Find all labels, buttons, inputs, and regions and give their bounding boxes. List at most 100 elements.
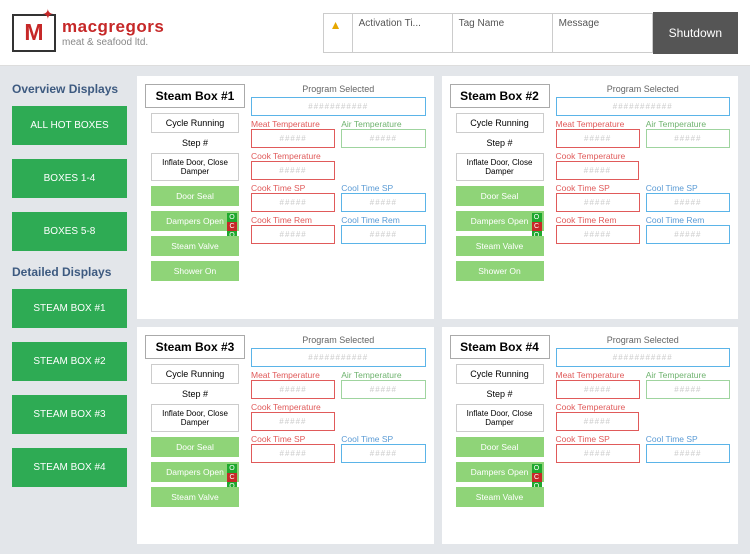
cook-temp-label: Cook Temperature — [251, 151, 426, 161]
cycle-running: Cycle Running — [151, 364, 239, 384]
cook-time-rem-value: ##### — [556, 225, 640, 244]
cool-time-sp-label: Cool Time SP — [646, 434, 730, 444]
cool-time-rem-value: ##### — [646, 225, 730, 244]
sidebar-item-boxes-1-4[interactable]: BOXES 1-4 — [12, 159, 127, 198]
topbar: ✦ M macgregors meat & seafood ltd. ▲ Act… — [0, 0, 750, 66]
alarm-grid: ▲ Activation Ti... Tag Name Message — [323, 13, 653, 53]
panel-title: Steam Box #1 — [145, 84, 245, 108]
meat-temp-value: ##### — [556, 380, 640, 399]
door-seal[interactable]: Door Seal — [456, 437, 544, 457]
dampers-open[interactable]: Dampers Open OCOC — [456, 462, 544, 482]
meat-temp-label: Meat Temperature — [556, 370, 640, 380]
cook-time-sp-value: ##### — [556, 193, 640, 212]
open-indicator: O — [227, 213, 237, 222]
shower-on[interactable]: Shower On — [456, 261, 544, 281]
cook-temp-label: Cook Temperature — [556, 151, 731, 161]
dampers-open[interactable]: Dampers Open OCOC — [456, 211, 544, 231]
air-temp-value: ##### — [646, 129, 730, 148]
cook-temp-label: Cook Temperature — [556, 402, 731, 412]
cook-time-sp-label: Cook Time SP — [556, 434, 640, 444]
sidebar-item-steam-box-3[interactable]: STEAM BOX #3 — [12, 395, 127, 434]
dampers-open[interactable]: Dampers Open OCOC — [151, 211, 239, 231]
cool-time-sp-value: ##### — [646, 444, 730, 463]
sidebar-item-all-hot-boxes[interactable]: ALL HOT BOXES — [12, 106, 127, 145]
open-indicator: O — [227, 464, 237, 473]
cook-time-rem-label: Cook Time Rem — [556, 215, 640, 225]
door-seal[interactable]: Door Seal — [151, 186, 239, 206]
cool-time-sp-value: ##### — [341, 193, 425, 212]
sidebar-item-steam-box-2[interactable]: STEAM BOX #2 — [12, 342, 127, 381]
cook-time-rem-value: ##### — [251, 225, 335, 244]
steam-box-panel-4: Steam Box #4 Cycle Running Step # Inflat… — [442, 327, 739, 545]
inflate-door: Inflate Door, Close Damper — [151, 153, 239, 181]
step-label: Step # — [182, 389, 208, 399]
logo-icon: ✦ M — [12, 14, 56, 52]
cool-time-rem-value: ##### — [341, 225, 425, 244]
logo: ✦ M macgregors meat & seafood ltd. — [12, 14, 164, 52]
steam-box-panel-2: Steam Box #2 Cycle Running Step # Inflat… — [442, 76, 739, 319]
steam-valve[interactable]: Steam Valve — [456, 487, 544, 507]
sidebar-item-steam-box-4[interactable]: STEAM BOX #4 — [12, 448, 127, 487]
air-temp-value: ##### — [646, 380, 730, 399]
meat-temp-value: ##### — [556, 129, 640, 148]
program-selected-value: ########### — [251, 97, 426, 116]
logo-tag: meat & seafood ltd. — [62, 37, 164, 48]
door-seal[interactable]: Door Seal — [456, 186, 544, 206]
steam-valve[interactable]: Steam Valve — [151, 236, 239, 256]
cook-temp-value: ##### — [556, 412, 640, 431]
meat-temp-label: Meat Temperature — [251, 370, 335, 380]
inflate-door: Inflate Door, Close Damper — [456, 404, 544, 432]
air-temp-value: ##### — [341, 380, 425, 399]
cook-temp-value: ##### — [556, 161, 640, 180]
close-indicator: C — [532, 473, 542, 482]
sidebar-item-boxes-5-8[interactable]: BOXES 5-8 — [12, 212, 127, 251]
step-label: Step # — [486, 138, 512, 148]
program-selected-label: Program Selected — [251, 84, 426, 94]
steam-box-panel-3: Steam Box #3 Cycle Running Step # Inflat… — [137, 327, 434, 545]
air-temp-label: Air Temperature — [646, 119, 730, 129]
shutdown-button[interactable]: Shutdown — [653, 12, 738, 54]
step-label: Step # — [486, 389, 512, 399]
meat-temp-label: Meat Temperature — [556, 119, 640, 129]
meat-temp-value: ##### — [251, 380, 335, 399]
program-selected-value: ########### — [556, 97, 731, 116]
inflate-door: Inflate Door, Close Damper — [456, 153, 544, 181]
cool-time-rem-label: Cool Time Rem — [646, 215, 730, 225]
open-indicator: O — [532, 213, 542, 222]
cycle-running: Cycle Running — [456, 364, 544, 384]
logo-name: macgregors — [62, 17, 164, 37]
cycle-running: Cycle Running — [151, 113, 239, 133]
cool-time-sp-label: Cool Time SP — [341, 434, 425, 444]
message-header: Message — [552, 14, 652, 52]
inflate-door: Inflate Door, Close Damper — [151, 404, 239, 432]
cool-time-sp-value: ##### — [646, 193, 730, 212]
air-temp-label: Air Temperature — [341, 370, 425, 380]
cook-temp-label: Cook Temperature — [251, 402, 426, 412]
steam-valve[interactable]: Steam Valve — [151, 487, 239, 507]
door-seal[interactable]: Door Seal — [151, 437, 239, 457]
cool-time-rem-label: Cool Time Rem — [341, 215, 425, 225]
open-indicator: O — [532, 464, 542, 473]
panel-title: Steam Box #2 — [450, 84, 550, 108]
air-temp-value: ##### — [341, 129, 425, 148]
meat-temp-value: ##### — [251, 129, 335, 148]
warning-icon: ▲ — [324, 14, 352, 52]
steam-box-panel-1: Steam Box #1 Cycle Running Step # Inflat… — [137, 76, 434, 319]
close-indicator: C — [227, 222, 237, 231]
cook-time-sp-label: Cook Time SP — [556, 183, 640, 193]
dampers-open[interactable]: Dampers Open OCOC — [151, 462, 239, 482]
close-indicator: C — [227, 473, 237, 482]
sidebar: Overview Displays ALL HOT BOXES BOXES 1-… — [12, 76, 127, 544]
air-temp-label: Air Temperature — [646, 370, 730, 380]
meat-temp-label: Meat Temperature — [251, 119, 335, 129]
cool-time-sp-label: Cool Time SP — [341, 183, 425, 193]
cook-time-sp-value: ##### — [251, 193, 335, 212]
sidebar-item-steam-box-1[interactable]: STEAM BOX #1 — [12, 289, 127, 328]
cool-time-sp-value: ##### — [341, 444, 425, 463]
cook-time-sp-label: Cook Time SP — [251, 434, 335, 444]
tagname-header: Tag Name — [452, 14, 552, 52]
close-indicator: C — [532, 222, 542, 231]
shower-on[interactable]: Shower On — [151, 261, 239, 281]
cook-time-sp-label: Cook Time SP — [251, 183, 335, 193]
steam-valve[interactable]: Steam Valve — [456, 236, 544, 256]
